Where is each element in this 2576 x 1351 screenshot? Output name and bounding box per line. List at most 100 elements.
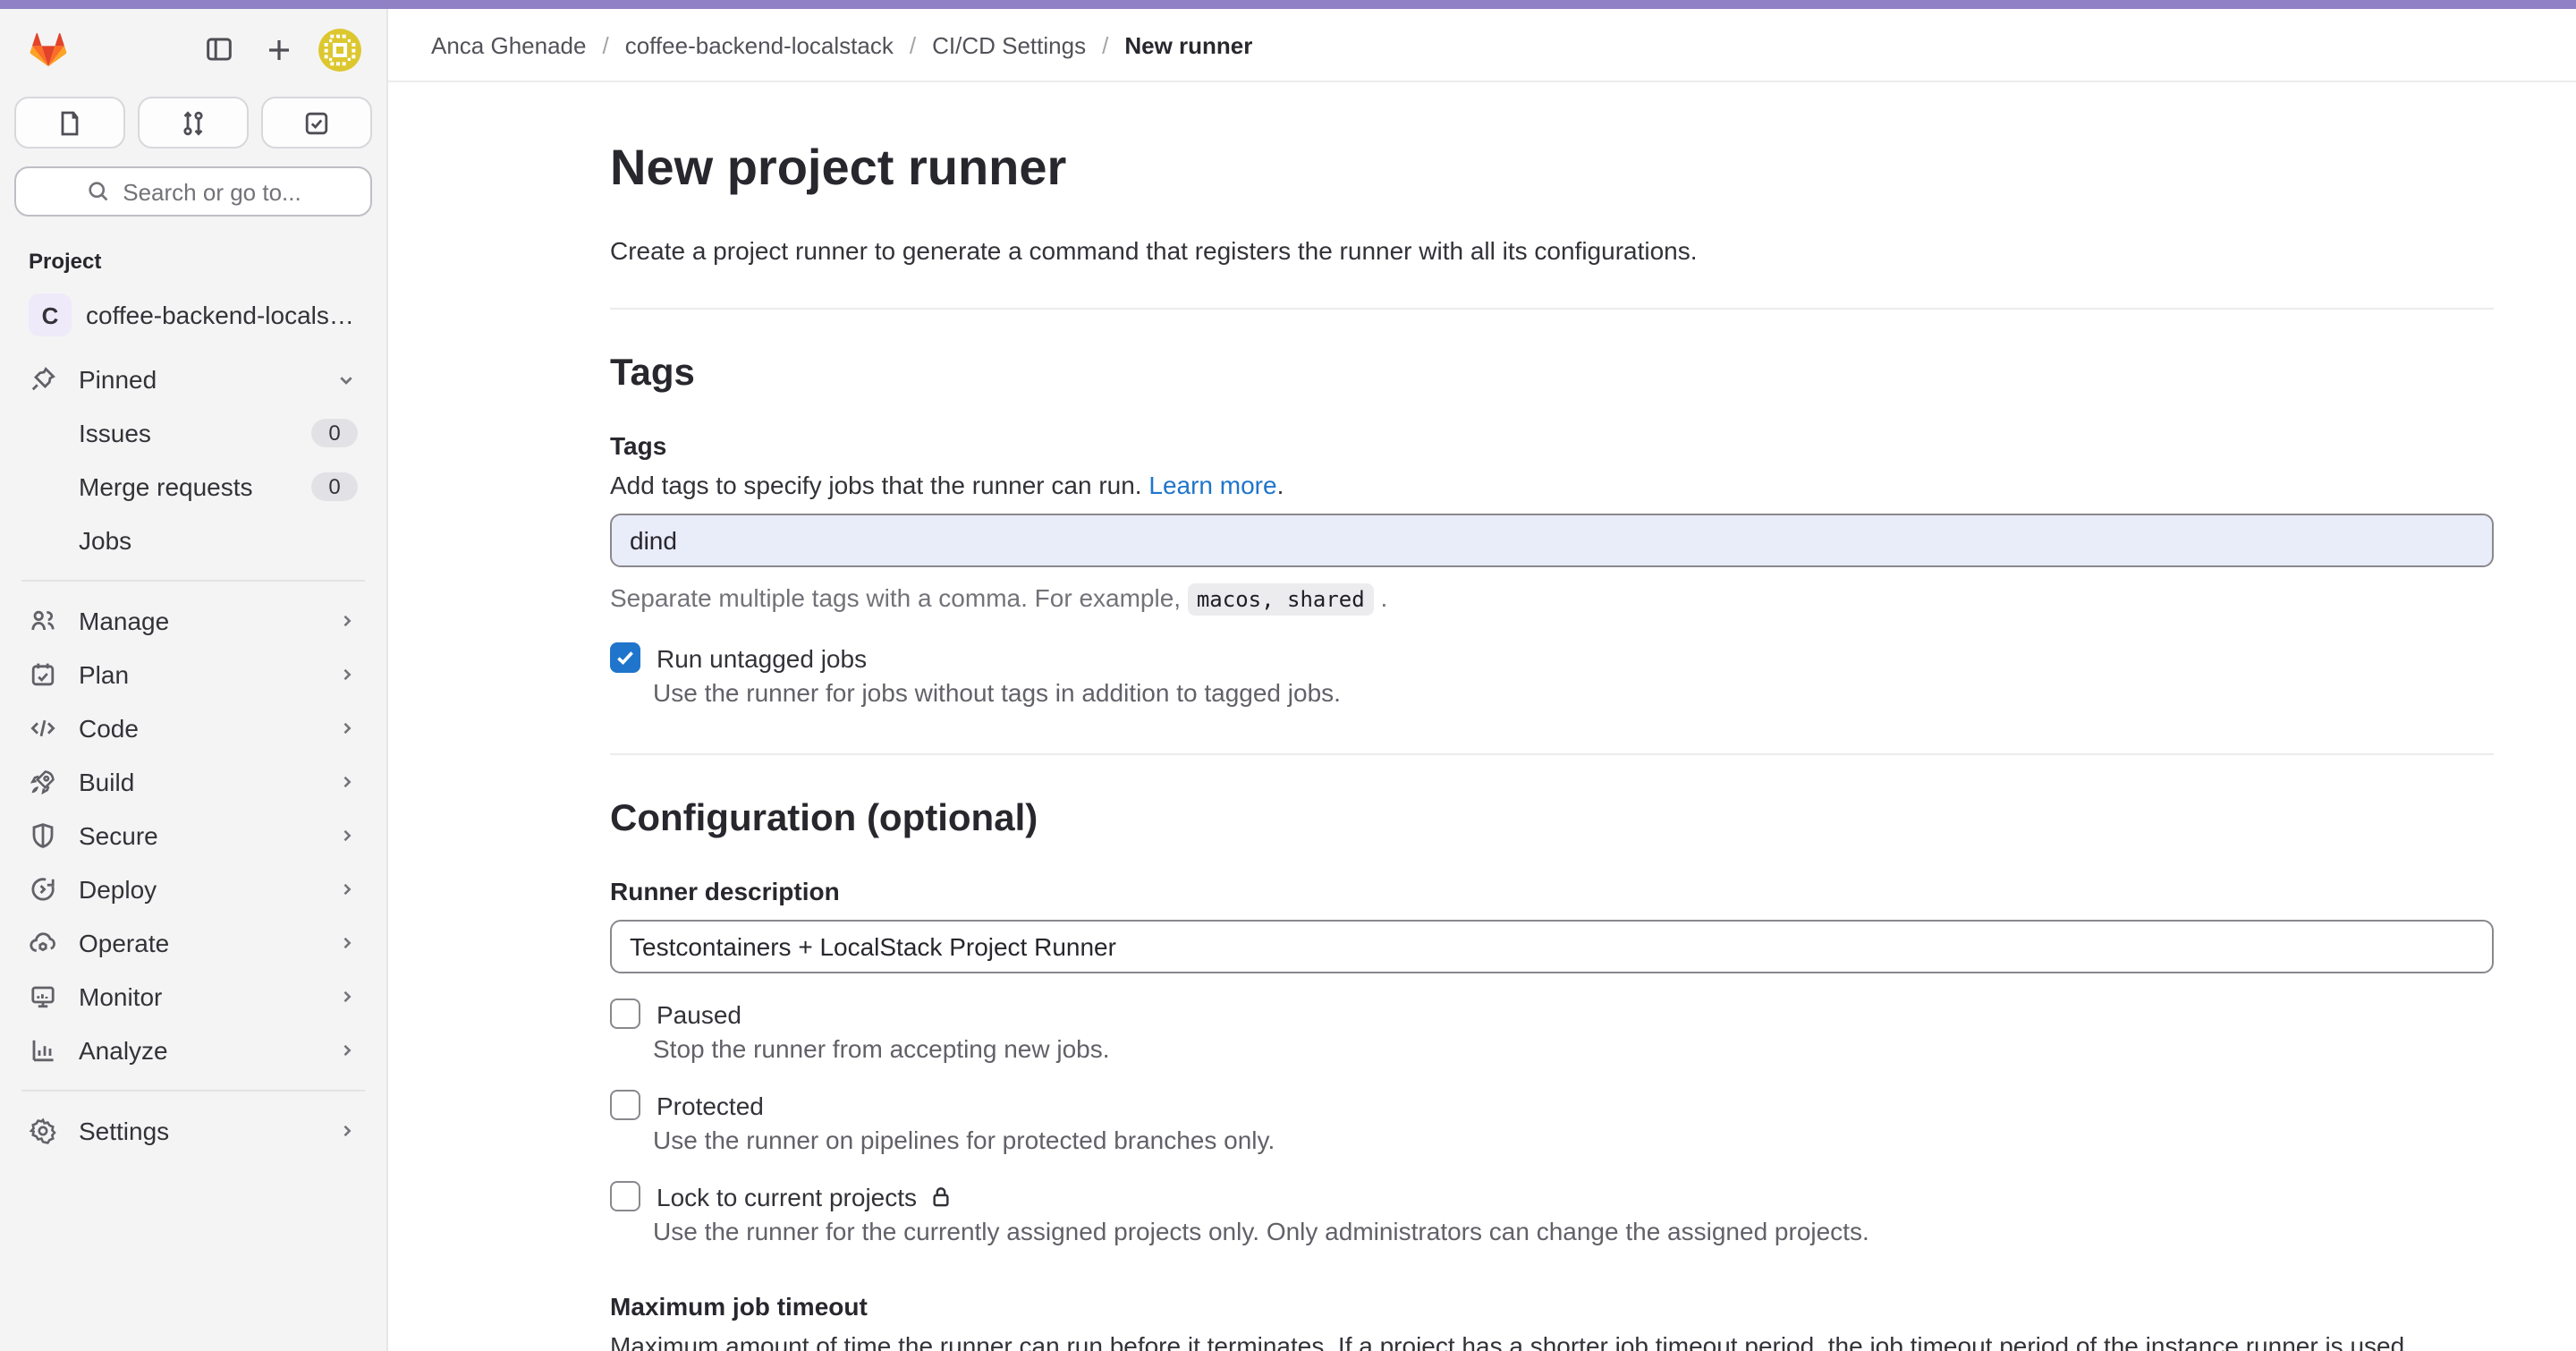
user-avatar[interactable]: [318, 28, 361, 71]
breadcrumb: Anca Ghenade / coffee-backend-localstack…: [431, 31, 1252, 58]
lock-icon: [928, 1184, 953, 1209]
section-divider: [610, 753, 2494, 755]
people-icon: [29, 607, 57, 635]
sidebar-item-monitor[interactable]: Monitor: [14, 970, 372, 1024]
super-sidebar: Search or go to... Project C coffee-back…: [0, 9, 388, 1351]
chevron-right-icon: [336, 932, 358, 954]
issues-count-badge: 0: [311, 419, 358, 447]
sidebar-item-jobs[interactable]: Jobs: [14, 514, 372, 567]
chart-icon: [29, 1036, 57, 1065]
top-bar: Anca Ghenade / coffee-backend-localstack…: [388, 9, 2576, 82]
gitlab-logo-icon[interactable]: [25, 27, 72, 72]
protected-description: Use the runner on pipelines for protecte…: [653, 1126, 2494, 1154]
chevron-right-icon: [336, 771, 358, 793]
lock-label[interactable]: Lock to current projects: [657, 1182, 953, 1211]
chevron-right-icon: [336, 1040, 358, 1061]
section-divider: [610, 308, 2494, 310]
search-placeholder: Search or go to...: [123, 178, 301, 205]
calendar-check-icon: [29, 660, 57, 689]
project-avatar: C: [29, 293, 72, 336]
gear-icon: [29, 1117, 57, 1145]
tags-example-code: macos, shared: [1188, 583, 1374, 616]
protected-label[interactable]: Protected: [657, 1091, 764, 1119]
runner-description-input[interactable]: [610, 920, 2494, 973]
breadcrumb-current: New runner: [1124, 31, 1252, 58]
sidebar-divider: [21, 1090, 365, 1092]
tags-field-label: Tags: [610, 431, 2494, 460]
shield-icon: [29, 821, 57, 850]
sidebar-section-label: Project: [0, 217, 386, 285]
chevron-right-icon: [336, 664, 358, 685]
sidebar-item-plan[interactable]: Plan: [14, 648, 372, 701]
search-icon: [85, 179, 110, 204]
sidebar-item-settings[interactable]: Settings: [14, 1104, 372, 1158]
rocket-icon: [29, 768, 57, 796]
sidebar-item-deploy[interactable]: Deploy: [14, 862, 372, 916]
project-name: coffee-backend-localstack: [86, 301, 358, 329]
sidebar-item-manage[interactable]: Manage: [14, 594, 372, 648]
breadcrumb-user[interactable]: Anca Ghenade: [431, 31, 586, 58]
breadcrumb-cicd-settings[interactable]: CI/CD Settings: [932, 31, 1086, 58]
chevron-right-icon: [336, 610, 358, 632]
monitor-icon: [29, 982, 57, 1011]
todo-check-icon: [302, 108, 331, 137]
tags-section-title: Tags: [610, 349, 2494, 399]
pinned-label: Pinned: [79, 365, 335, 394]
chevron-right-icon: [336, 718, 358, 739]
merge-request-icon: [179, 108, 208, 137]
merge-requests-shortcut-button[interactable]: [138, 97, 249, 149]
timeout-description: Maximum amount of time the runner can ru…: [610, 1331, 2494, 1351]
page-content: New project runner Create a project runn…: [388, 82, 2576, 1351]
todo-shortcut-button[interactable]: [261, 97, 372, 149]
configuration-section-title: Configuration (optional): [610, 794, 2494, 845]
learn-more-link[interactable]: Learn more: [1148, 471, 1276, 499]
cloud-pod-icon: [29, 929, 57, 957]
paused-label[interactable]: Paused: [657, 999, 741, 1028]
tags-hint: Separate multiple tags with a comma. For…: [610, 583, 2494, 612]
sidebar-shortcuts: [14, 97, 372, 149]
search-input[interactable]: Search or go to...: [14, 166, 372, 217]
tags-field-help: Add tags to specify jobs that the runner…: [610, 471, 2494, 499]
page-subtitle: Create a project runner to generate a co…: [610, 236, 2494, 265]
paused-description: Stop the runner from accepting new jobs.: [653, 1034, 2494, 1063]
sidebar-item-operate[interactable]: Operate: [14, 916, 372, 970]
sidebar-header: [0, 9, 386, 82]
chevron-down-icon: [335, 368, 358, 391]
deploy-icon: [29, 875, 57, 904]
sidebar-item-issues[interactable]: Issues 0: [14, 406, 372, 460]
sidebar-toggle-icon[interactable]: [197, 28, 240, 71]
sidebar-item-secure[interactable]: Secure: [14, 809, 372, 862]
timeout-label: Maximum job timeout: [610, 1292, 2494, 1321]
sidebar-divider: [21, 580, 365, 582]
run-untagged-checkbox[interactable]: [610, 642, 640, 673]
breadcrumb-project[interactable]: coffee-backend-localstack: [625, 31, 894, 58]
lock-description: Use the runner for the currently assigne…: [653, 1217, 2494, 1245]
tags-input[interactable]: [610, 514, 2494, 567]
top-accent-bar: [0, 0, 2576, 9]
chevron-right-icon: [336, 879, 358, 900]
page-title: New project runner: [610, 136, 2494, 200]
protected-checkbox[interactable]: [610, 1090, 640, 1120]
sidebar-item-merge-requests[interactable]: Merge requests 0: [14, 460, 372, 514]
issues-shortcut-button[interactable]: [14, 97, 125, 149]
sidebar-item-analyze[interactable]: Analyze: [14, 1024, 372, 1077]
check-icon: [615, 648, 635, 667]
code-icon: [29, 714, 57, 743]
paused-checkbox[interactable]: [610, 998, 640, 1029]
merge-requests-count-badge: 0: [311, 472, 358, 501]
sidebar-item-pinned[interactable]: Pinned: [14, 353, 372, 406]
issue-doc-icon: [55, 108, 84, 137]
chevron-right-icon: [336, 986, 358, 1007]
sidebar-item-current-project[interactable]: C coffee-backend-localstack: [14, 285, 372, 345]
plus-icon[interactable]: [258, 28, 301, 71]
chevron-right-icon: [336, 825, 358, 846]
sidebar-item-build[interactable]: Build: [14, 755, 372, 809]
pin-icon: [29, 365, 57, 394]
run-untagged-description: Use the runner for jobs without tags in …: [653, 678, 2494, 707]
gitlab-app: Search or go to... Project C coffee-back…: [0, 0, 2576, 1351]
sidebar-item-code[interactable]: Code: [14, 701, 372, 755]
lock-checkbox[interactable]: [610, 1181, 640, 1211]
run-untagged-label[interactable]: Run untagged jobs: [657, 643, 867, 672]
chevron-right-icon: [336, 1120, 358, 1142]
runner-description-label: Runner description: [610, 877, 2494, 905]
